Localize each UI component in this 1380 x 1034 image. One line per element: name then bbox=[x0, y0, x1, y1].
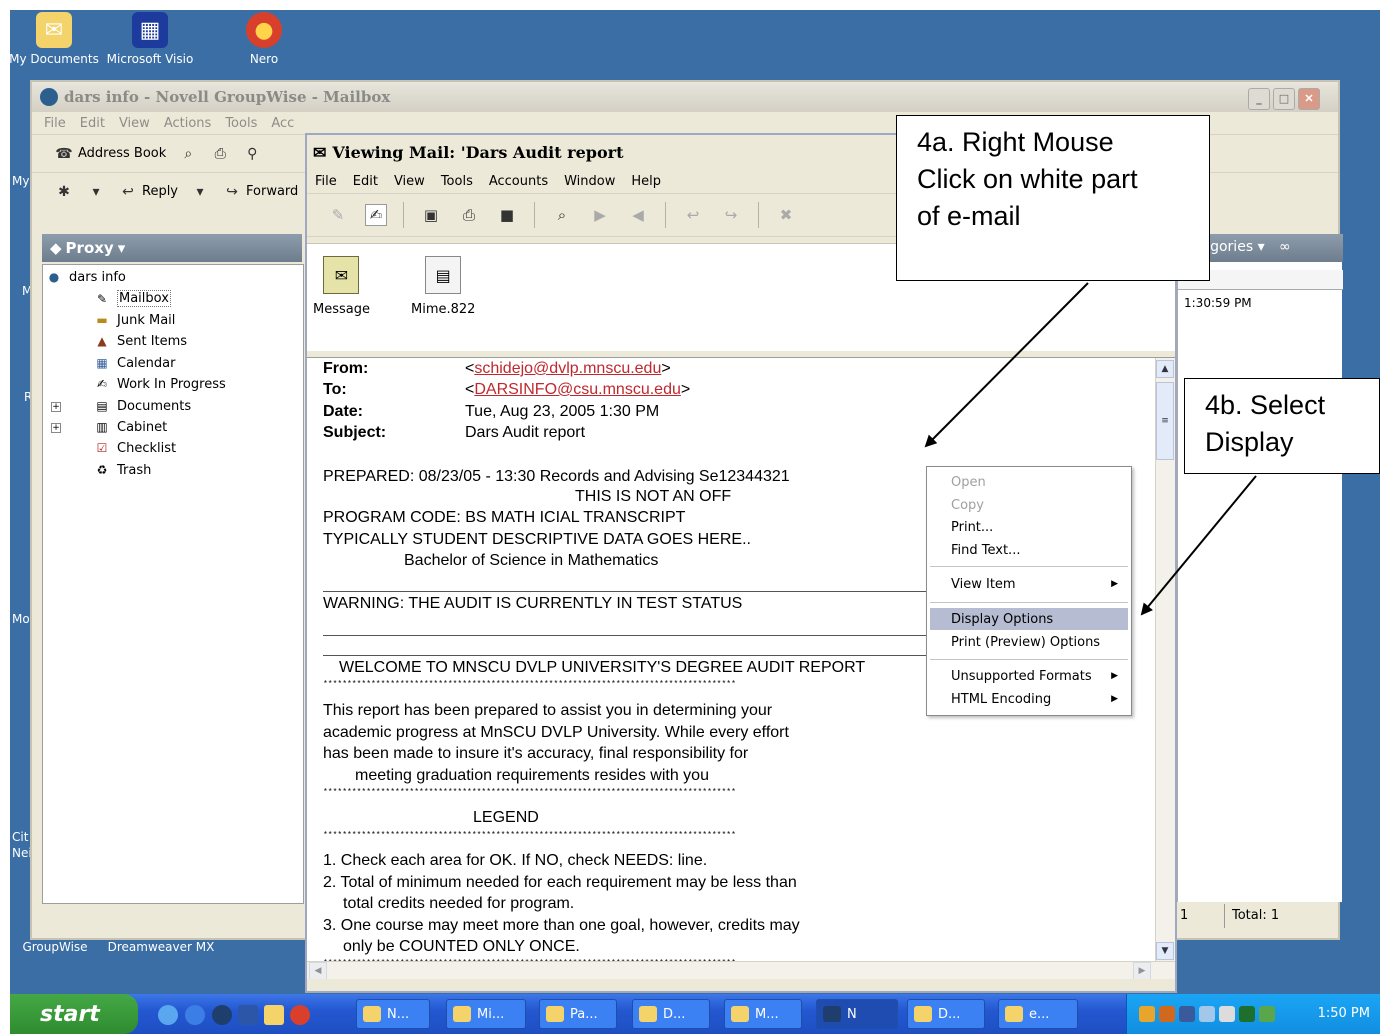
nero-icon[interactable] bbox=[290, 1005, 310, 1025]
task-label: e... bbox=[1029, 1006, 1050, 1022]
annotation-arrows bbox=[924, 282, 1257, 616]
app-icon bbox=[453, 1006, 471, 1022]
tray-icon[interactable] bbox=[1219, 1006, 1235, 1022]
tray-icon[interactable] bbox=[1199, 1006, 1215, 1022]
internet-explorer-icon[interactable] bbox=[185, 1005, 205, 1025]
tray-icon[interactable] bbox=[1239, 1006, 1255, 1022]
task-label: N... bbox=[387, 1006, 410, 1022]
clock[interactable]: 1:50 PM bbox=[1318, 1006, 1370, 1021]
tray-icon[interactable] bbox=[1259, 1006, 1275, 1022]
taskbar-item[interactable]: Mi... bbox=[446, 999, 526, 1029]
tray-icon[interactable] bbox=[1139, 1006, 1155, 1022]
arrow-4a bbox=[924, 282, 1089, 448]
taskbar-item[interactable]: M... bbox=[724, 999, 802, 1029]
task-label: Pa... bbox=[570, 1006, 598, 1022]
taskbar-item[interactable]: N... bbox=[356, 999, 430, 1029]
app-icon bbox=[639, 1006, 657, 1022]
folder-icon[interactable] bbox=[264, 1005, 284, 1025]
taskbar-item-active[interactable]: N bbox=[816, 999, 898, 1029]
taskbar: start N... Mi... Pa... D... M... N D... … bbox=[10, 994, 1380, 1034]
taskbar-item[interactable]: D... bbox=[632, 999, 710, 1029]
app-icon bbox=[546, 1006, 564, 1022]
system-tray: 1:50 PM bbox=[1126, 994, 1380, 1034]
app-icon bbox=[363, 1006, 381, 1022]
app-icon bbox=[823, 1006, 841, 1022]
taskbar-item[interactable]: e... bbox=[998, 999, 1078, 1029]
word-icon[interactable] bbox=[238, 1005, 258, 1025]
task-label: N bbox=[847, 1006, 857, 1022]
tray-icon[interactable] bbox=[1179, 1006, 1195, 1022]
tray-icon[interactable] bbox=[1159, 1006, 1175, 1022]
task-label: D... bbox=[938, 1006, 961, 1022]
groupwise-icon[interactable] bbox=[212, 1005, 232, 1025]
arrow-4b bbox=[1140, 475, 1257, 616]
app-icon bbox=[731, 1006, 749, 1022]
app-icon bbox=[914, 1006, 932, 1022]
task-label: Mi... bbox=[477, 1006, 505, 1022]
start-label: start bbox=[40, 1001, 100, 1027]
quick-launch-icon[interactable] bbox=[158, 1005, 178, 1025]
task-label: D... bbox=[663, 1006, 686, 1022]
app-icon bbox=[1005, 1006, 1023, 1022]
taskbar-item[interactable]: D... bbox=[907, 999, 985, 1029]
start-button[interactable]: start bbox=[10, 994, 138, 1034]
task-label: M... bbox=[755, 1006, 779, 1022]
taskbar-item[interactable]: Pa... bbox=[539, 999, 617, 1029]
